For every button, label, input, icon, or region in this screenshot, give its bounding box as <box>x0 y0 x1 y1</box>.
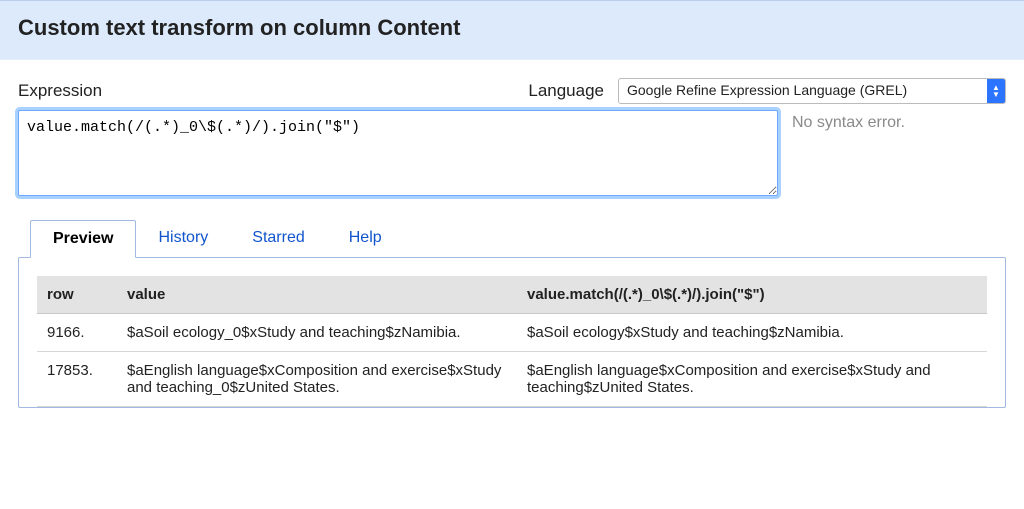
language-select-value: Google Refine Expression Language (GREL) <box>619 79 987 103</box>
tabs: Preview History Starred Help <box>30 220 1006 258</box>
table-row: 9166. $aSoil ecology_0$xStudy and teachi… <box>37 314 987 352</box>
table-row: 17853. $aEnglish language$xComposition a… <box>37 352 987 407</box>
syntax-status: No syntax error. <box>792 110 1006 196</box>
expression-label: Expression <box>18 81 102 101</box>
col-header-value: value <box>117 276 517 314</box>
tab-preview[interactable]: Preview <box>30 220 136 258</box>
cell-row: 9166. <box>37 314 117 352</box>
preview-table: row value value.match(/(.*)_0\$(.*)/).jo… <box>37 276 987 407</box>
tab-help[interactable]: Help <box>327 220 404 258</box>
updown-icon: ▲▼ <box>987 79 1005 103</box>
language-label: Language <box>528 81 604 101</box>
tab-starred[interactable]: Starred <box>230 220 326 258</box>
col-header-row: row <box>37 276 117 314</box>
dialog-title: Custom text transform on column Content <box>18 15 1006 41</box>
cell-result: $aSoil ecology$xStudy and teaching$zNami… <box>517 314 987 352</box>
cell-row: 17853. <box>37 352 117 407</box>
cell-result: $aEnglish language$xComposition and exer… <box>517 352 987 407</box>
tab-history[interactable]: History <box>136 220 230 258</box>
language-select[interactable]: Google Refine Expression Language (GREL)… <box>618 78 1006 104</box>
dialog-titlebar: Custom text transform on column Content <box>0 0 1024 60</box>
preview-panel: row value value.match(/(.*)_0\$(.*)/).jo… <box>18 257 1006 408</box>
expression-input[interactable] <box>18 110 778 196</box>
cell-value: $aSoil ecology_0$xStudy and teaching$zNa… <box>117 314 517 352</box>
cell-value: $aEnglish language$xComposition and exer… <box>117 352 517 407</box>
col-header-result: value.match(/(.*)_0\$(.*)/).join("$") <box>517 276 987 314</box>
